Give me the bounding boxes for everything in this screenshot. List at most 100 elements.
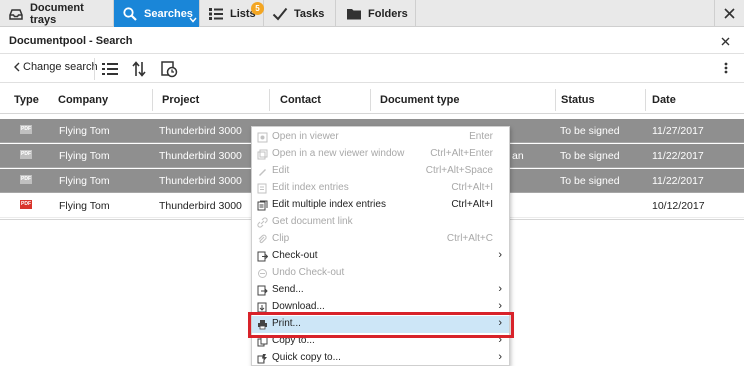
tab-label: Document trays — [29, 1, 84, 26]
search-toolbar: Change search — [0, 55, 744, 83]
menu-item-open-in-viewer[interactable]: Open in viewer Enter — [252, 129, 509, 146]
menu-item-check-out[interactable]: Check-out › — [252, 248, 509, 265]
column-header-contact[interactable]: Contact — [274, 86, 321, 114]
tab-label: Tasks — [294, 7, 325, 20]
menu-item-label: Edit index entries — [272, 182, 349, 193]
menu-item-edit-index-entries[interactable]: Edit index entries Ctrl+Alt+I — [252, 180, 509, 197]
cell-project: Thunderbird 3000 — [159, 175, 242, 187]
more-vertical-icon — [724, 62, 728, 74]
view-list-button[interactable] — [100, 59, 120, 79]
menu-item-label: Download... — [272, 301, 325, 312]
menu-item-label: Edit multiple index entries — [272, 199, 386, 210]
folder-icon — [347, 8, 361, 19]
menu-item-send[interactable]: Send... › — [252, 282, 509, 299]
quick-copy-icon — [257, 354, 267, 364]
results-table-header: Type Company Project Contact Document ty… — [0, 86, 744, 114]
page-title: Documentpool - Search — [9, 34, 133, 47]
menu-item-get-document-link[interactable]: Get document link — [252, 214, 509, 231]
close-icon — [721, 37, 730, 46]
close-app-button[interactable] — [714, 0, 744, 27]
menu-item-label: Send... — [272, 284, 304, 295]
submenu-arrow-icon: › — [498, 249, 502, 261]
pdf-file-icon: PDF — [20, 125, 32, 134]
menu-item-shortcut: Ctrl+Alt+I — [451, 199, 493, 210]
tab-label: Searches — [144, 7, 193, 20]
menu-item-edit-multiple-index-entries[interactable]: Edit multiple index entries Ctrl+Alt+I — [252, 197, 509, 214]
search-icon — [123, 6, 137, 21]
more-options-button[interactable] — [724, 61, 728, 77]
menu-item-label: Clip — [272, 233, 290, 244]
index-edit-icon — [257, 183, 267, 194]
column-header-status[interactable]: Status — [555, 86, 595, 114]
undo-check-out-icon — [258, 269, 267, 278]
close-panel-button[interactable] — [721, 33, 730, 49]
history-icon — [161, 61, 178, 78]
menu-item-quick-copy-to[interactable]: Quick copy to... › — [252, 350, 509, 365]
submenu-arrow-icon: › — [498, 300, 502, 312]
paperclip-icon — [258, 234, 267, 244]
cell-date: 11/22/2017 — [652, 150, 704, 162]
menu-item-open-new-viewer[interactable]: Open in a new viewer window Ctrl+Alt+Ent… — [252, 146, 509, 163]
cell-date: 10/12/2017 — [652, 200, 705, 212]
new-window-icon — [257, 149, 268, 160]
menu-item-shortcut: Ctrl+Alt+Space — [425, 165, 493, 176]
viewer-icon — [257, 132, 268, 143]
cell-company: Flying Tom — [59, 150, 110, 162]
lists-count-badge: 5 — [251, 2, 264, 15]
tab-searches[interactable]: Searches — [114, 0, 200, 27]
menu-item-label: Check-out — [272, 250, 318, 261]
checkmark-icon — [272, 7, 288, 20]
cell-date: 11/22/2017 — [652, 175, 704, 187]
menu-item-label: Quick copy to... — [272, 352, 341, 363]
menu-item-label: Edit — [272, 165, 290, 176]
close-icon — [724, 8, 735, 19]
menu-item-shortcut: Ctrl+Alt+I — [451, 182, 493, 193]
pdf-file-icon: PDF — [20, 150, 32, 159]
tab-tasks[interactable]: Tasks — [264, 0, 336, 27]
sort-icon — [132, 61, 146, 77]
change-search-label: Change search — [23, 61, 98, 73]
column-divider[interactable] — [152, 89, 153, 111]
column-header-date[interactable]: Date — [646, 86, 676, 114]
inbox-tray-icon — [9, 8, 23, 20]
list-icon — [209, 7, 223, 20]
menu-item-label: Get document link — [272, 216, 353, 227]
index-edit-multiple-icon — [257, 200, 268, 211]
column-divider[interactable] — [370, 89, 371, 111]
pencil-icon — [259, 169, 266, 176]
menu-item-label: Undo Check-out — [272, 267, 345, 278]
print-highlight-box — [248, 312, 514, 338]
submenu-arrow-icon: › — [498, 351, 502, 363]
cell-project: Thunderbird 3000 — [159, 150, 242, 162]
list-view-icon — [102, 63, 118, 75]
change-search-button[interactable]: Change search — [14, 61, 98, 73]
menu-item-shortcut: Enter — [469, 131, 493, 142]
cell-company: Flying Tom — [59, 125, 110, 137]
tab-document-trays[interactable]: Document trays — [0, 0, 114, 27]
cell-company: Flying Tom — [59, 175, 110, 187]
link-icon — [257, 217, 268, 228]
toolbar-divider — [94, 58, 95, 80]
tab-folders[interactable]: Folders — [336, 0, 416, 27]
cell-status: To be signed — [560, 125, 620, 137]
column-divider[interactable] — [269, 89, 270, 111]
cell-project: Thunderbird 3000 — [159, 200, 242, 212]
column-header-document-type[interactable]: Document type — [374, 86, 459, 114]
menu-item-undo-check-out[interactable]: Undo Check-out — [252, 265, 509, 282]
recent-searches-button[interactable] — [159, 59, 179, 79]
cell-status: To be signed — [560, 175, 620, 187]
menu-item-label: Open in viewer — [272, 131, 339, 142]
cell-project: Thunderbird 3000 — [159, 125, 242, 137]
check-out-icon — [257, 251, 268, 262]
column-header-company[interactable]: Company — [52, 86, 108, 114]
cell-company: Flying Tom — [59, 200, 110, 212]
cell-document-type: an — [512, 150, 524, 162]
sort-button[interactable] — [129, 59, 149, 79]
menu-item-clip[interactable]: Clip Ctrl+Alt+C — [252, 231, 509, 248]
pdf-file-icon: PDF — [20, 200, 32, 209]
menu-item-edit[interactable]: Edit Ctrl+Alt+Space — [252, 163, 509, 180]
column-header-type[interactable]: Type — [8, 86, 39, 114]
menu-item-label: Open in a new viewer window — [272, 148, 405, 159]
column-header-project[interactable]: Project — [156, 86, 199, 114]
chevron-down-icon — [189, 17, 197, 23]
